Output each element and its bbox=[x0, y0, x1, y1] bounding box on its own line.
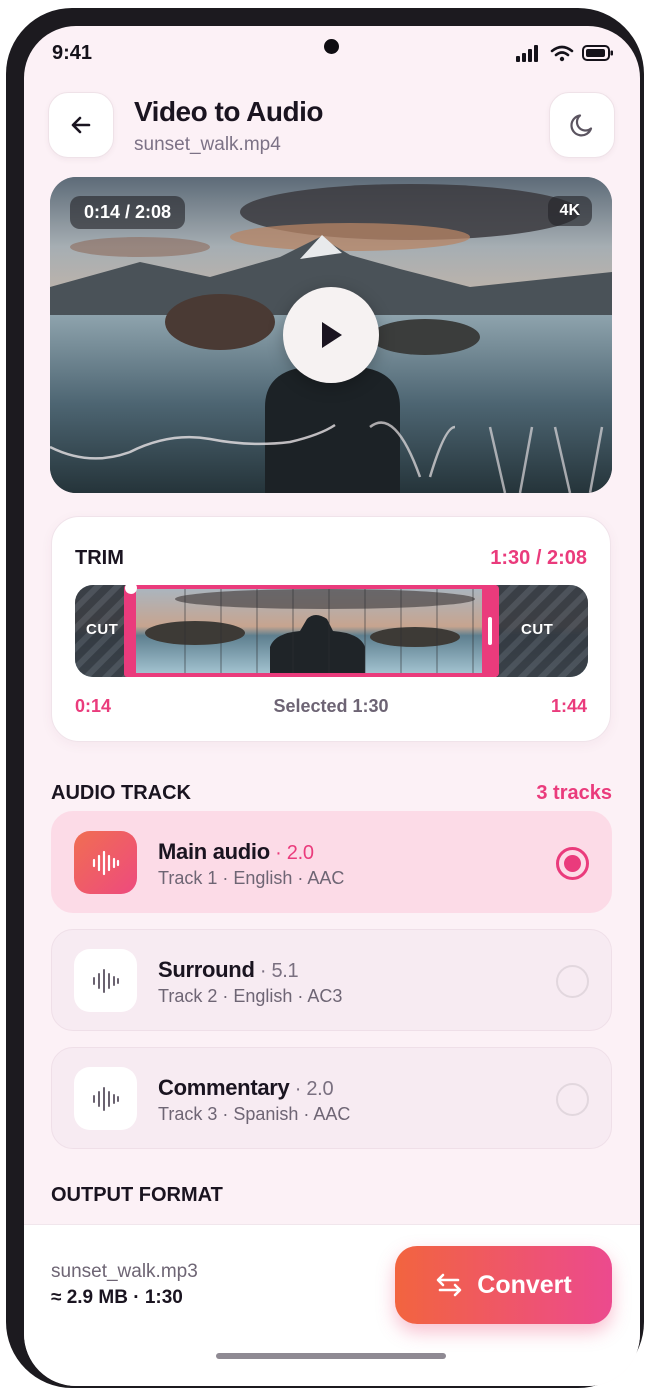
track-channels: · 5.1 bbox=[254, 960, 299, 982]
convert-label: Convert bbox=[477, 1270, 572, 1299]
video-timecode: 0:14 / 2:08 bbox=[70, 196, 186, 229]
battery-icon bbox=[582, 45, 613, 61]
track-name: Commentary bbox=[158, 1075, 290, 1100]
output-size: ≈ 2.9 MB · 1:30 bbox=[51, 1287, 183, 1308]
trim-filmstrip[interactable]: CUT CUT bbox=[75, 585, 588, 677]
track-icon-box bbox=[74, 949, 137, 1012]
waveform-icon bbox=[92, 1086, 119, 1111]
track-icon-box bbox=[74, 1067, 137, 1130]
audio-track-heading: AUDIO TRACK bbox=[51, 782, 191, 804]
moon-icon bbox=[570, 114, 593, 137]
tracks-count: 3 tracks bbox=[536, 782, 612, 804]
bottom-action-bar: sunset_walk.mp3 ≈ 2.9 MB · 1:30 Convert bbox=[24, 1224, 640, 1386]
video-preview[interactable]: 0:14 / 2:08 4K bbox=[50, 177, 612, 493]
status-icons bbox=[516, 44, 614, 62]
track-channels: · 2.0 bbox=[269, 842, 314, 864]
track-radio-selected[interactable] bbox=[556, 847, 589, 880]
play-button[interactable] bbox=[283, 287, 379, 383]
file-name: sunset_walk.mp4 bbox=[134, 134, 281, 155]
theme-toggle-button[interactable] bbox=[549, 92, 615, 158]
trim-start-time: 0:14 bbox=[75, 696, 112, 716]
trim-label: TRIM bbox=[75, 547, 124, 569]
quality-badge: 4K bbox=[547, 196, 592, 226]
back-button[interactable] bbox=[48, 92, 114, 158]
status-time: 9:41 bbox=[52, 42, 93, 64]
trim-selection-frame bbox=[124, 585, 499, 677]
track-icon-box bbox=[74, 831, 137, 894]
audio-track-option[interactable]: Commentary · 2.0 Track 3 · Spanish · AAC bbox=[51, 1047, 612, 1149]
audio-track-option[interactable]: Surround · 5.1 Track 2 · English · AC3 bbox=[51, 929, 612, 1031]
track-meta: Track 2 · English · AC3 bbox=[158, 986, 343, 1006]
waveform-icon bbox=[92, 968, 119, 993]
track-name: Main audio bbox=[158, 839, 270, 864]
output-file-name: sunset_walk.mp3 bbox=[51, 1261, 198, 1282]
track-title: Main audio · 2.0 bbox=[158, 839, 314, 865]
app-screen: 9:41 Video to Audio sunset_walk.mp4 0:14… bbox=[24, 26, 640, 1386]
track-meta: Track 3 · Spanish · AAC bbox=[158, 1104, 351, 1124]
track-title: Surround · 5.1 bbox=[158, 957, 299, 983]
output-format-heading: OUTPUT FORMAT bbox=[51, 1184, 223, 1206]
arrow-left-icon bbox=[71, 116, 91, 134]
camera-cutout bbox=[324, 39, 339, 54]
wifi-icon bbox=[550, 45, 574, 62]
waveform-icon bbox=[92, 850, 119, 875]
play-icon bbox=[322, 322, 342, 348]
track-radio[interactable] bbox=[556, 1083, 589, 1116]
trim-card: TRIM 1:30 / 2:08 CUT CUT Selected 1:30 0… bbox=[51, 516, 611, 742]
track-meta: Track 1 · English · AAC bbox=[158, 868, 345, 888]
track-channels: · 2.0 bbox=[289, 1078, 334, 1100]
signal-icon bbox=[516, 45, 538, 62]
home-indicator[interactable] bbox=[216, 1353, 446, 1359]
trim-selected-length: Selected 1:30 bbox=[273, 696, 389, 716]
track-title: Commentary · 2.0 bbox=[158, 1075, 334, 1101]
trim-end-time: 1:44 bbox=[550, 696, 587, 716]
track-radio[interactable] bbox=[556, 965, 589, 998]
swap-arrows-icon bbox=[436, 1273, 462, 1297]
trim-duration: 1:30 / 2:08 bbox=[490, 547, 587, 569]
phone-frame: 9:41 Video to Audio sunset_walk.mp4 0:14… bbox=[6, 8, 644, 1388]
convert-button[interactable]: Convert bbox=[395, 1246, 612, 1324]
track-name: Surround bbox=[158, 957, 255, 982]
page-title: Video to Audio bbox=[134, 96, 324, 127]
audio-track-option[interactable]: Main audio · 2.0 Track 1 · English · AAC bbox=[51, 811, 612, 913]
